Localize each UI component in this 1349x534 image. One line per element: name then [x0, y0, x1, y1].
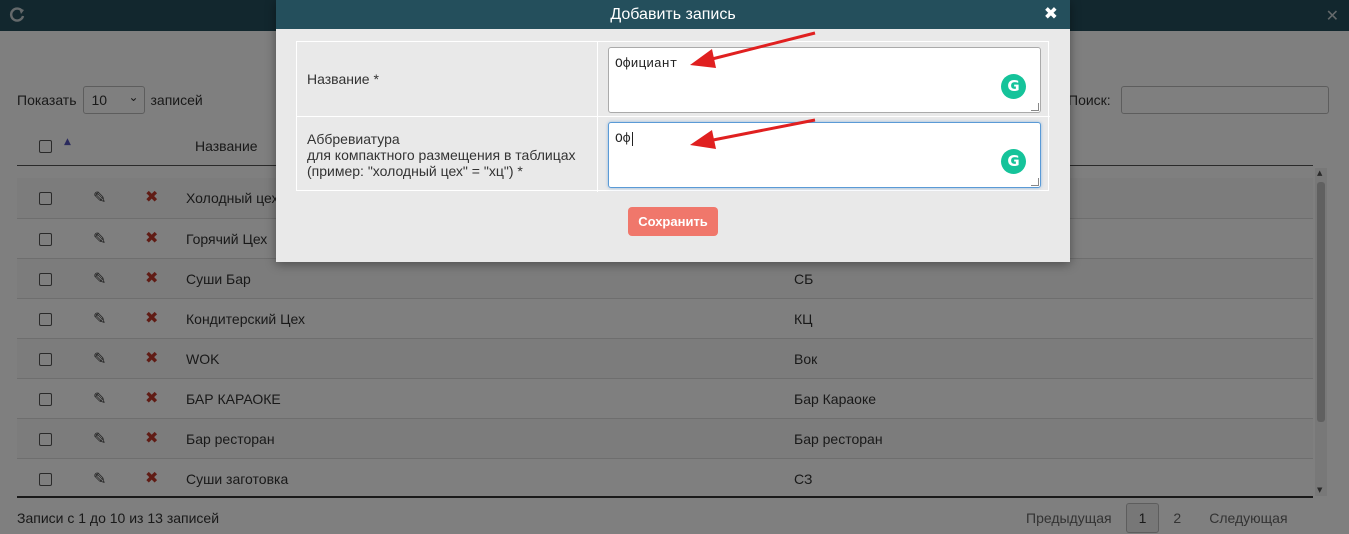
name-label: Название *: [297, 42, 598, 116]
modal-close-icon[interactable]: ✖: [1044, 0, 1058, 29]
grammarly-icon[interactable]: G: [1001, 149, 1026, 174]
modal-title: Добавить запись: [610, 6, 736, 23]
record-form: Название * Официант G Аббревиатура для к…: [296, 41, 1050, 192]
abbr-label: Аббревиатура для компактного размещения …: [297, 117, 598, 192]
add-record-modal: Добавить запись ✖ Название * Официант G …: [276, 0, 1070, 262]
resize-handle[interactable]: [1031, 178, 1039, 186]
text-caret: [631, 131, 633, 146]
name-field[interactable]: Официант G: [608, 47, 1041, 113]
grammarly-icon[interactable]: G: [1001, 74, 1026, 99]
save-button[interactable]: Сохранить: [628, 207, 718, 236]
resize-handle[interactable]: [1031, 103, 1039, 111]
name-row: Название * Официант G: [297, 42, 1050, 117]
abbr-field[interactable]: Оф G: [608, 122, 1041, 188]
abbr-row: Аббревиатура для компактного размещения …: [297, 117, 1050, 192]
modal-header: Добавить запись ✖: [276, 0, 1070, 29]
